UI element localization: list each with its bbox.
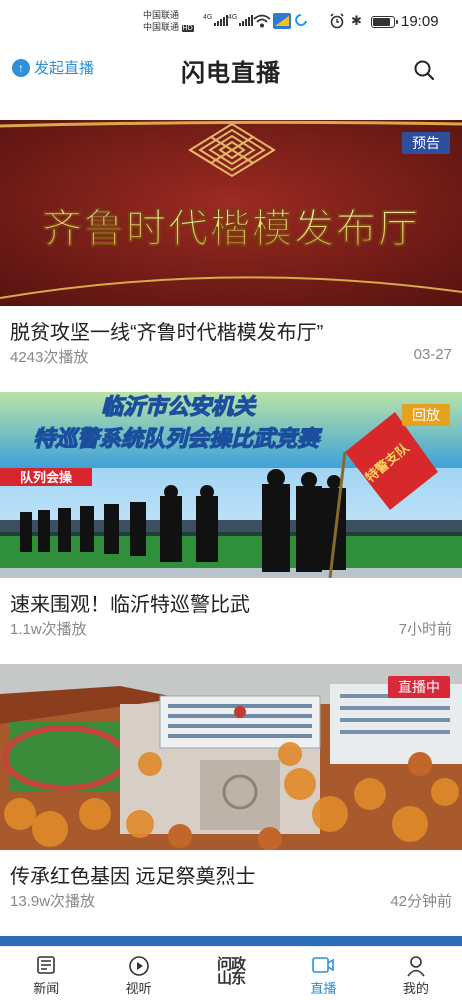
card-thumbnail[interactable]: 直播中 — [0, 664, 462, 850]
play-icon — [128, 956, 149, 976]
view-count: 1.1w次播放 — [10, 621, 87, 638]
signal-icon: 4G — [228, 14, 254, 26]
wifi-icon — [253, 14, 271, 28]
status-badge: 回放 — [402, 404, 450, 426]
banner-tag: 队列会操 — [20, 470, 72, 486]
nav-item-wenzheng[interactable]: 问政 山东 — [185, 947, 277, 1000]
hd-badge: HD — [181, 25, 194, 32]
nav-item-live[interactable]: 直播 — [277, 947, 369, 1000]
publish-time: 42分钟前 — [390, 893, 452, 910]
battery-icon — [371, 16, 398, 28]
status-bar: 中国联通 中国联通 HD 4G 4G ✱ 19:09 — [0, 0, 462, 44]
alarm-icon — [330, 13, 344, 29]
status-badge: 直播中 — [388, 676, 450, 698]
view-count: 13.9w次播放 — [10, 893, 96, 910]
carrier-2: 中国联通 — [143, 22, 180, 32]
view-count: 4243次播放 — [10, 349, 89, 366]
card-title[interactable]: 传承红色基因 远足祭奠烈士 — [10, 860, 256, 889]
signal-icon: 4G — [203, 14, 229, 26]
card-thumbnail[interactable]: 齐鲁时代楷模发布厅 预告 — [0, 120, 462, 306]
search-icon[interactable] — [413, 59, 435, 81]
app-header: ↑ 发起直播 闪电直播 — [0, 44, 462, 94]
publish-time: 03-27 — [413, 346, 452, 363]
banner-line-2: 特巡警系统队列会操比武竞赛 — [33, 426, 323, 452]
live-card[interactable]: 临沂市公安机关 特巡警系统队列会操比武竞赛 队列会操 特警支队 回放 速来围观！… — [0, 392, 462, 662]
sync-icon — [295, 14, 307, 26]
live-card[interactable]: 齐鲁时代楷模发布厅 预告 脱贫攻坚一线“齐鲁时代楷模发布厅” 4243次播放 0… — [0, 120, 462, 390]
clock: 19:09 — [401, 13, 439, 30]
carrier-1: 中国联通 — [143, 10, 180, 20]
card-title[interactable]: 脱贫攻坚一线“齐鲁时代楷模发布厅” — [10, 316, 323, 345]
news-icon — [37, 956, 56, 974]
nav-item-audiovisual[interactable]: 视听 — [92, 947, 184, 1000]
wenzheng-logo: 问政 山东 — [217, 956, 246, 987]
banner-line-1: 临沂市公安机关 — [101, 394, 257, 420]
card-thumbnail[interactable]: 临沂市公安机关 特巡警系统队列会操比武竞赛 队列会操 特警支队 回放 — [0, 392, 462, 578]
live-icon — [312, 957, 335, 973]
banner-image: 临沂市公安机关 特巡警系统队列会操比武竞赛 队列会操 特警支队 — [0, 392, 462, 578]
app-notification-icon — [273, 13, 291, 29]
live-card[interactable]: 直播中 传承红色基因 远足祭奠烈士 13.9w次播放 42分钟前 — [0, 664, 462, 934]
card-title[interactable]: 速来围观！临沂特巡警比武 — [10, 588, 250, 617]
bluetooth-icon: ✱ — [351, 13, 362, 28]
banner-text: 齐鲁时代楷模发布厅 — [42, 205, 420, 252]
publish-time: 7小时前 — [398, 621, 452, 638]
page-title: 闪电直播 — [181, 60, 281, 87]
profile-icon — [407, 956, 425, 977]
nav-item-news[interactable]: 新闻 — [0, 947, 92, 1000]
carrier-labels: 中国联通 中国联通 HD — [143, 9, 194, 35]
nav-label: 视听 — [125, 981, 152, 996]
banner-image: 齐鲁时代楷模发布厅 — [0, 120, 462, 306]
bottom-navigation: 新闻 视听 问政 山东 直播 我的 — [0, 946, 462, 1000]
nav-label: 我的 — [402, 981, 429, 996]
nav-label: 直播 — [310, 981, 337, 996]
nav-label: 新闻 — [33, 981, 60, 996]
status-badge: 预告 — [402, 132, 450, 154]
nav-item-profile[interactable]: 我的 — [370, 947, 462, 1000]
